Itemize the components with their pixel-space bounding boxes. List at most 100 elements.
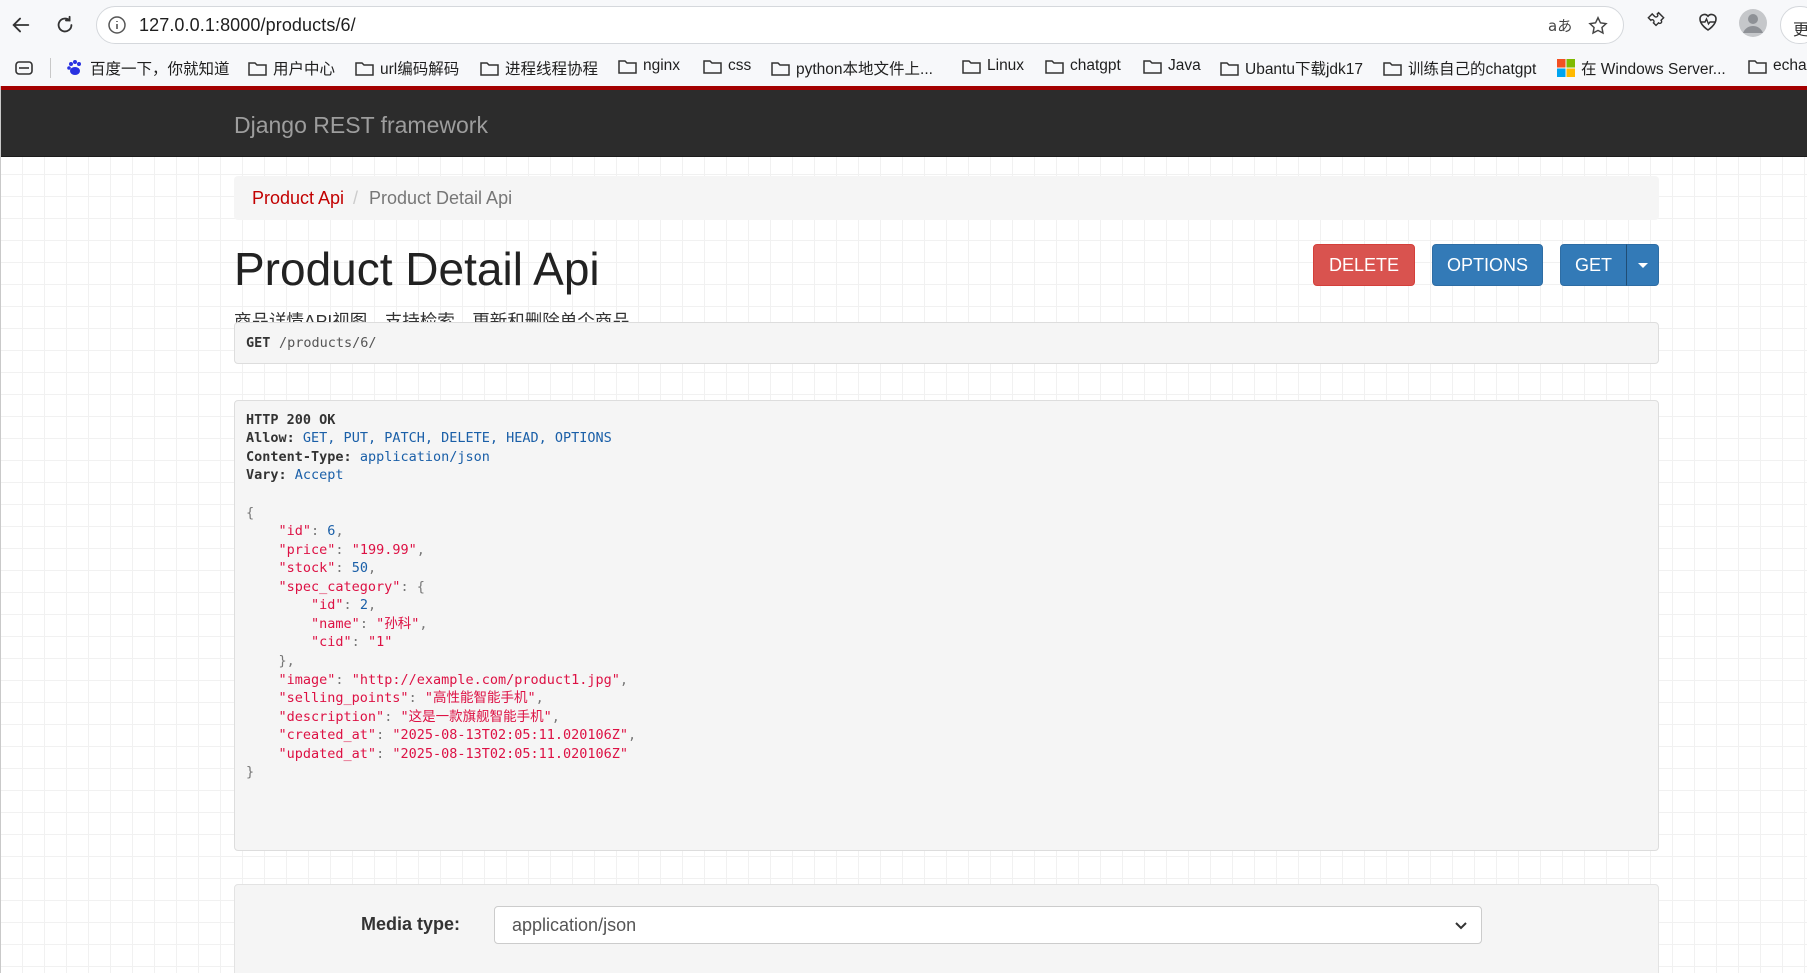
bookmark-label: 百度一下，你就知道 bbox=[90, 61, 230, 78]
json-value-spec-id: 2 bbox=[359, 597, 368, 613]
json-value-stock: 50 bbox=[351, 560, 368, 576]
json-value-description: "这是一款旗舰智能手机" bbox=[400, 709, 552, 725]
content-type-header-line: Content-Type: application/json bbox=[246, 448, 490, 466]
bookmark-windows-server[interactable]: 在 Windows Server... bbox=[1557, 57, 1726, 79]
tab-search-icon[interactable] bbox=[14, 59, 34, 77]
folder-icon bbox=[1748, 60, 1767, 74]
folder-icon bbox=[962, 60, 981, 74]
bookmark-label: 在 Windows Server... bbox=[1581, 61, 1726, 78]
json-line-description: "description": "这是一款旗舰智能手机", bbox=[278, 709, 560, 725]
bookmarks-divider bbox=[50, 58, 51, 78]
json-open-brace: { bbox=[246, 505, 255, 521]
extensions-icon[interactable] bbox=[1644, 10, 1668, 34]
bookmark-label: echa bbox=[1773, 57, 1807, 74]
get-format-dropdown-toggle[interactable] bbox=[1626, 244, 1659, 286]
bookmark-folder[interactable]: Linux bbox=[962, 57, 1024, 75]
bookmark-label: 用户中心 bbox=[273, 61, 336, 78]
profile-avatar-icon[interactable] bbox=[1738, 8, 1768, 38]
json-line-created-at: "created_at": "2025-08-13T02:05:11.02010… bbox=[278, 727, 637, 743]
bookmark-folder[interactable]: Java bbox=[1143, 57, 1201, 75]
delete-button[interactable]: DELETE bbox=[1313, 244, 1415, 286]
breadcrumb-separator: / bbox=[353, 188, 359, 208]
bookmark-folder[interactable]: 训练自己的chatgpt bbox=[1383, 57, 1536, 79]
svg-text:aあ: aあ bbox=[1548, 17, 1571, 35]
folder-icon bbox=[355, 62, 374, 76]
bookmark-folder[interactable]: Ubantu下载jdk17 bbox=[1220, 57, 1363, 79]
bookmark-folder[interactable]: url编码解码 bbox=[355, 57, 459, 79]
json-line-spec-id: "id": 2, bbox=[311, 597, 377, 613]
bookmark-folder[interactable]: 用户中心 bbox=[248, 57, 335, 79]
delete-button-label: DELETE bbox=[1328, 254, 1400, 275]
bookmark-star-icon[interactable] bbox=[1587, 15, 1609, 37]
bookmark-label: css bbox=[728, 57, 752, 74]
json-line-spec-close: }, bbox=[246, 653, 295, 669]
response-status: HTTP 200 OK bbox=[246, 412, 336, 428]
baidu-paw-icon bbox=[67, 60, 81, 75]
page-body: Django REST framework Product Api / Prod… bbox=[0, 86, 1807, 973]
get-button[interactable]: GET bbox=[1560, 244, 1627, 286]
bookmark-label: python本地文件上... bbox=[796, 61, 933, 78]
page-title: Product Detail Api bbox=[234, 243, 600, 295]
breadcrumb: Product Api / Product Detail Api bbox=[234, 176, 1659, 220]
json-value-selling-points: "高性能智能手机" bbox=[424, 690, 536, 706]
reload-button[interactable] bbox=[50, 10, 80, 40]
json-line-spec-name: "name": "孙科", bbox=[311, 616, 428, 632]
bookmark-folder[interactable]: css bbox=[703, 57, 751, 75]
bookmark-folder[interactable]: python本地文件上... bbox=[771, 57, 933, 79]
vary-key: Vary: bbox=[246, 467, 287, 483]
bookmark-baidu[interactable]: 百度一下，你就知道 bbox=[66, 57, 230, 79]
json-line-selling-points: "selling_points": "高性能智能手机", bbox=[278, 690, 544, 706]
json-close-brace: } bbox=[246, 764, 255, 780]
allow-header-line: Allow: GET, PUT, PATCH, DELETE, HEAD, OP… bbox=[246, 429, 612, 447]
folder-icon bbox=[1143, 60, 1162, 74]
address-bar[interactable]: 127.0.0.1:8000/products/6/ aあ bbox=[96, 6, 1624, 44]
bookmark-label: url编码解码 bbox=[380, 61, 460, 78]
bookmark-folder[interactable]: nginx bbox=[618, 57, 680, 75]
content-type-key: Content-Type: bbox=[246, 449, 352, 465]
options-button[interactable]: OPTIONS bbox=[1432, 244, 1543, 286]
caret-down-icon bbox=[1637, 262, 1648, 268]
more-label: 更 bbox=[1793, 22, 1807, 39]
more-button[interactable]: 更 bbox=[1780, 6, 1807, 44]
folder-icon bbox=[1045, 60, 1064, 74]
breadcrumb-link-product-api[interactable]: Product Api bbox=[252, 188, 344, 209]
allow-header-value: GET, PUT, PATCH, DELETE, HEAD, OPTIONS bbox=[302, 430, 612, 446]
site-info-icon[interactable] bbox=[107, 15, 127, 35]
chevron-down-icon bbox=[1455, 922, 1467, 930]
breadcrumb-current: Product Detail Api bbox=[369, 188, 513, 208]
options-button-label: OPTIONS bbox=[1446, 254, 1528, 275]
media-type-selected-value: application/json bbox=[512, 915, 637, 935]
allow-header-key: Allow: bbox=[246, 430, 295, 446]
media-type-form: Media type: application/json bbox=[234, 884, 1659, 973]
bookmark-label: 训练自己的chatgpt bbox=[1408, 61, 1537, 78]
health-monitor-icon[interactable] bbox=[1696, 10, 1720, 34]
request-path: /products/6/ bbox=[279, 335, 377, 351]
json-line-price: "price": "199.99", bbox=[278, 542, 425, 558]
url-text[interactable]: 127.0.0.1:8000/products/6/ bbox=[139, 15, 356, 36]
json-value-created-at: "2025-08-13T02:05:11.020106Z" bbox=[392, 727, 629, 743]
back-button[interactable] bbox=[6, 10, 36, 40]
json-line-id: "id": 6, bbox=[278, 523, 344, 539]
bookmark-label: Ubantu下载jdk17 bbox=[1245, 61, 1364, 78]
json-line-spec-category: "spec_category": { bbox=[278, 579, 425, 595]
bookmark-label: nginx bbox=[643, 57, 681, 74]
json-value-image: "http://example.com/product1.jpg" bbox=[351, 672, 620, 688]
bookmarks-bar: 百度一下，你就知道 用户中心 url编码解码 进程线程协程 nginx css … bbox=[0, 50, 1807, 86]
bookmark-label: 进程线程协程 bbox=[505, 61, 599, 78]
bookmark-folder[interactable]: 进程线程协程 bbox=[480, 57, 598, 79]
navbar-brand[interactable]: Django REST framework bbox=[234, 112, 488, 139]
vary-header-line: Vary: Accept bbox=[246, 466, 344, 484]
windows-logo-icon bbox=[1557, 59, 1575, 77]
request-info: GET /products/6/ bbox=[234, 322, 1659, 364]
folder-icon bbox=[480, 62, 499, 76]
reload-icon bbox=[57, 15, 73, 33]
json-value-updated-at: "2025-08-13T02:05:11.020106Z" bbox=[392, 746, 629, 762]
folder-icon bbox=[248, 62, 267, 76]
navbar: Django REST framework bbox=[0, 90, 1807, 157]
response-info: HTTP 200 OK Allow: GET, PUT, PATCH, DELE… bbox=[234, 400, 1659, 851]
bookmark-folder[interactable]: chatgpt bbox=[1045, 57, 1121, 75]
translate-icon[interactable]: aあ bbox=[1547, 15, 1571, 37]
media-type-label: Media type: bbox=[361, 914, 461, 934]
bookmark-folder[interactable]: echa bbox=[1748, 57, 1807, 75]
media-type-select[interactable]: application/json bbox=[494, 906, 1482, 944]
